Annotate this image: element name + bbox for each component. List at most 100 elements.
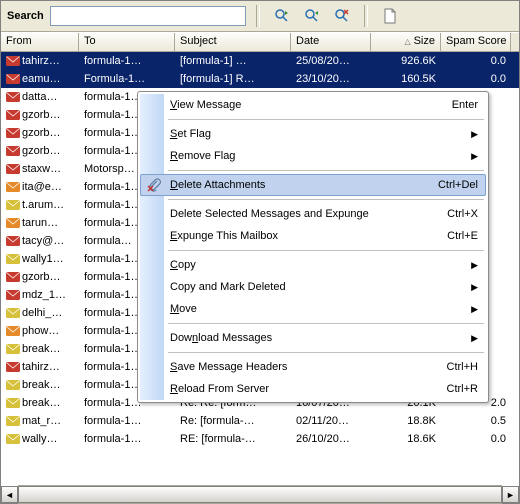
message-row[interactable]: tahirz…formula-1…[formula-1] …25/08/20…9… xyxy=(1,52,519,70)
envelope-icon xyxy=(6,289,20,301)
cell-to: Formula-1… xyxy=(79,73,175,85)
cell-from: staxw… xyxy=(1,163,79,175)
envelope-icon xyxy=(6,433,20,445)
menu-item[interactable]: Move ▶ xyxy=(140,298,486,320)
search-toolbar: Search xyxy=(1,1,519,32)
cell-from: break… xyxy=(1,343,79,355)
submenu-arrow-icon: ▶ xyxy=(471,282,478,293)
envelope-icon xyxy=(6,163,20,175)
cell-from: gzorb… xyxy=(1,271,79,283)
scroll-right-button[interactable]: ► xyxy=(502,486,519,503)
column-headers: FromTo Subject Date △SizeSpam Score xyxy=(1,33,519,52)
envelope-icon xyxy=(6,73,20,85)
menu-item[interactable]: Copy ▶ xyxy=(140,254,486,276)
menu-item-label: Reload From Server xyxy=(170,383,269,395)
cell-from: tacy@… xyxy=(1,235,79,247)
cell-from: tarun… xyxy=(1,217,79,229)
menu-item[interactable]: View MessageEnter xyxy=(140,94,486,116)
column-header-to[interactable]: To xyxy=(79,33,175,51)
menu-item-label: View Message xyxy=(170,99,241,111)
cell-date: 02/11/20… xyxy=(291,415,371,427)
menu-item-label: Delete Attachments xyxy=(170,179,265,191)
menu-shortcut: Ctrl+X xyxy=(447,208,478,220)
cell-from: gzorb… xyxy=(1,127,79,139)
envelope-icon xyxy=(6,109,20,121)
menu-item-label: Move xyxy=(170,303,197,315)
submenu-arrow-icon: ▶ xyxy=(471,304,478,315)
menu-item-label: Save Message Headers xyxy=(170,361,287,373)
scroll-left-button[interactable]: ◄ xyxy=(1,486,18,503)
cell-to: formula-1… xyxy=(79,433,175,445)
cell-date: 23/10/20… xyxy=(291,73,371,85)
column-header-size[interactable]: △Size xyxy=(371,33,441,51)
menu-item[interactable]: Remove Flag▶ xyxy=(140,145,486,167)
cell-from: tahirz… xyxy=(1,361,79,373)
column-header-from[interactable]: From xyxy=(1,33,79,51)
menu-item[interactable]: Reload From Server Ctrl+R xyxy=(140,378,486,400)
envelope-icon xyxy=(6,343,20,355)
menu-item[interactable]: Delete Selected Messages and ExpungeCtrl… xyxy=(140,203,486,225)
horizontal-scrollbar[interactable]: ◄ ► xyxy=(1,486,519,503)
message-row[interactable]: eamu…Formula-1…[formula-1] R…23/10/20…16… xyxy=(1,70,519,88)
message-row[interactable]: mat_r…formula-1…Re: [formula-…02/11/20…1… xyxy=(1,412,519,430)
menu-item[interactable]: Delete Attachments Ctrl+Del xyxy=(140,174,486,196)
context-menu: View MessageEnterSet Flag▶Remove Flag▶De… xyxy=(137,91,489,403)
scrollbar-thumb[interactable] xyxy=(18,486,502,503)
column-header-spam[interactable]: Spam Score xyxy=(441,33,511,51)
menu-item[interactable]: Copy and Mark Deleted▶ xyxy=(140,276,486,298)
menu-separator xyxy=(168,119,484,120)
submenu-arrow-icon: ▶ xyxy=(471,260,478,271)
menu-shortcut: Ctrl+Del xyxy=(438,179,478,191)
find-next-button[interactable] xyxy=(270,4,294,28)
new-message-button[interactable] xyxy=(378,4,402,28)
envelope-icon xyxy=(6,415,20,427)
cell-from: eamu… xyxy=(1,73,79,85)
cell-from: wally1… xyxy=(1,253,79,265)
submenu-arrow-icon: ▶ xyxy=(471,151,478,162)
cell-from: delhi_… xyxy=(1,307,79,319)
column-label: Subject xyxy=(180,35,217,47)
scrollbar-track[interactable] xyxy=(18,485,502,504)
envelope-icon xyxy=(6,271,20,283)
cell-date: 26/10/20… xyxy=(291,433,371,445)
column-header-subject[interactable]: Subject xyxy=(175,33,291,51)
menu-item-label: Copy xyxy=(170,259,196,271)
submenu-arrow-icon: ▶ xyxy=(471,129,478,140)
search-input[interactable] xyxy=(50,6,246,26)
cell-size: 926.6K xyxy=(371,55,441,67)
menu-item-label: Set Flag xyxy=(170,128,211,140)
cell-spam: 0.0 xyxy=(441,73,511,85)
cell-date: 25/08/20… xyxy=(291,55,371,67)
cell-subject: [formula-1] R… xyxy=(175,73,291,85)
menu-item[interactable]: Expunge This Mailbox Ctrl+E xyxy=(140,225,486,247)
cell-to: formula-1… xyxy=(79,55,175,67)
cell-from: gzorb… xyxy=(1,145,79,157)
menu-separator xyxy=(168,170,484,171)
envelope-icon xyxy=(6,127,20,139)
menu-item[interactable]: Save Message HeadersCtrl+H xyxy=(140,356,486,378)
menu-item[interactable]: Set Flag ▶ xyxy=(140,123,486,145)
magnifier-back-icon xyxy=(304,8,320,24)
magnifier-x-icon xyxy=(334,8,350,24)
cell-size: 18.8K xyxy=(371,415,441,427)
menu-shortcut: Ctrl+E xyxy=(447,230,478,242)
cell-from: t.arum… xyxy=(1,199,79,211)
cell-subject: Re: [formula-… xyxy=(175,415,291,427)
envelope-icon xyxy=(6,397,20,409)
find-clear-button[interactable] xyxy=(330,4,354,28)
cell-from: tahirz… xyxy=(1,55,79,67)
magnifier-icon xyxy=(274,8,290,24)
attachment-icon xyxy=(145,176,163,194)
column-label: Date xyxy=(296,35,319,47)
menu-shortcut: Ctrl+R xyxy=(447,383,478,395)
cell-size: 18.6K xyxy=(371,433,441,445)
menu-item[interactable]: Download Messages▶ xyxy=(140,327,486,349)
search-label: Search xyxy=(7,10,44,22)
message-row[interactable]: wally…formula-1…RE: [formula-…26/10/20…1… xyxy=(1,430,519,448)
menu-item-label: Expunge This Mailbox xyxy=(170,230,278,242)
cell-spam: 0.5 xyxy=(441,415,511,427)
column-header-date[interactable]: Date xyxy=(291,33,371,51)
cell-to: formula-1… xyxy=(79,415,175,427)
cell-from: wally… xyxy=(1,433,79,445)
find-prev-button[interactable] xyxy=(300,4,324,28)
